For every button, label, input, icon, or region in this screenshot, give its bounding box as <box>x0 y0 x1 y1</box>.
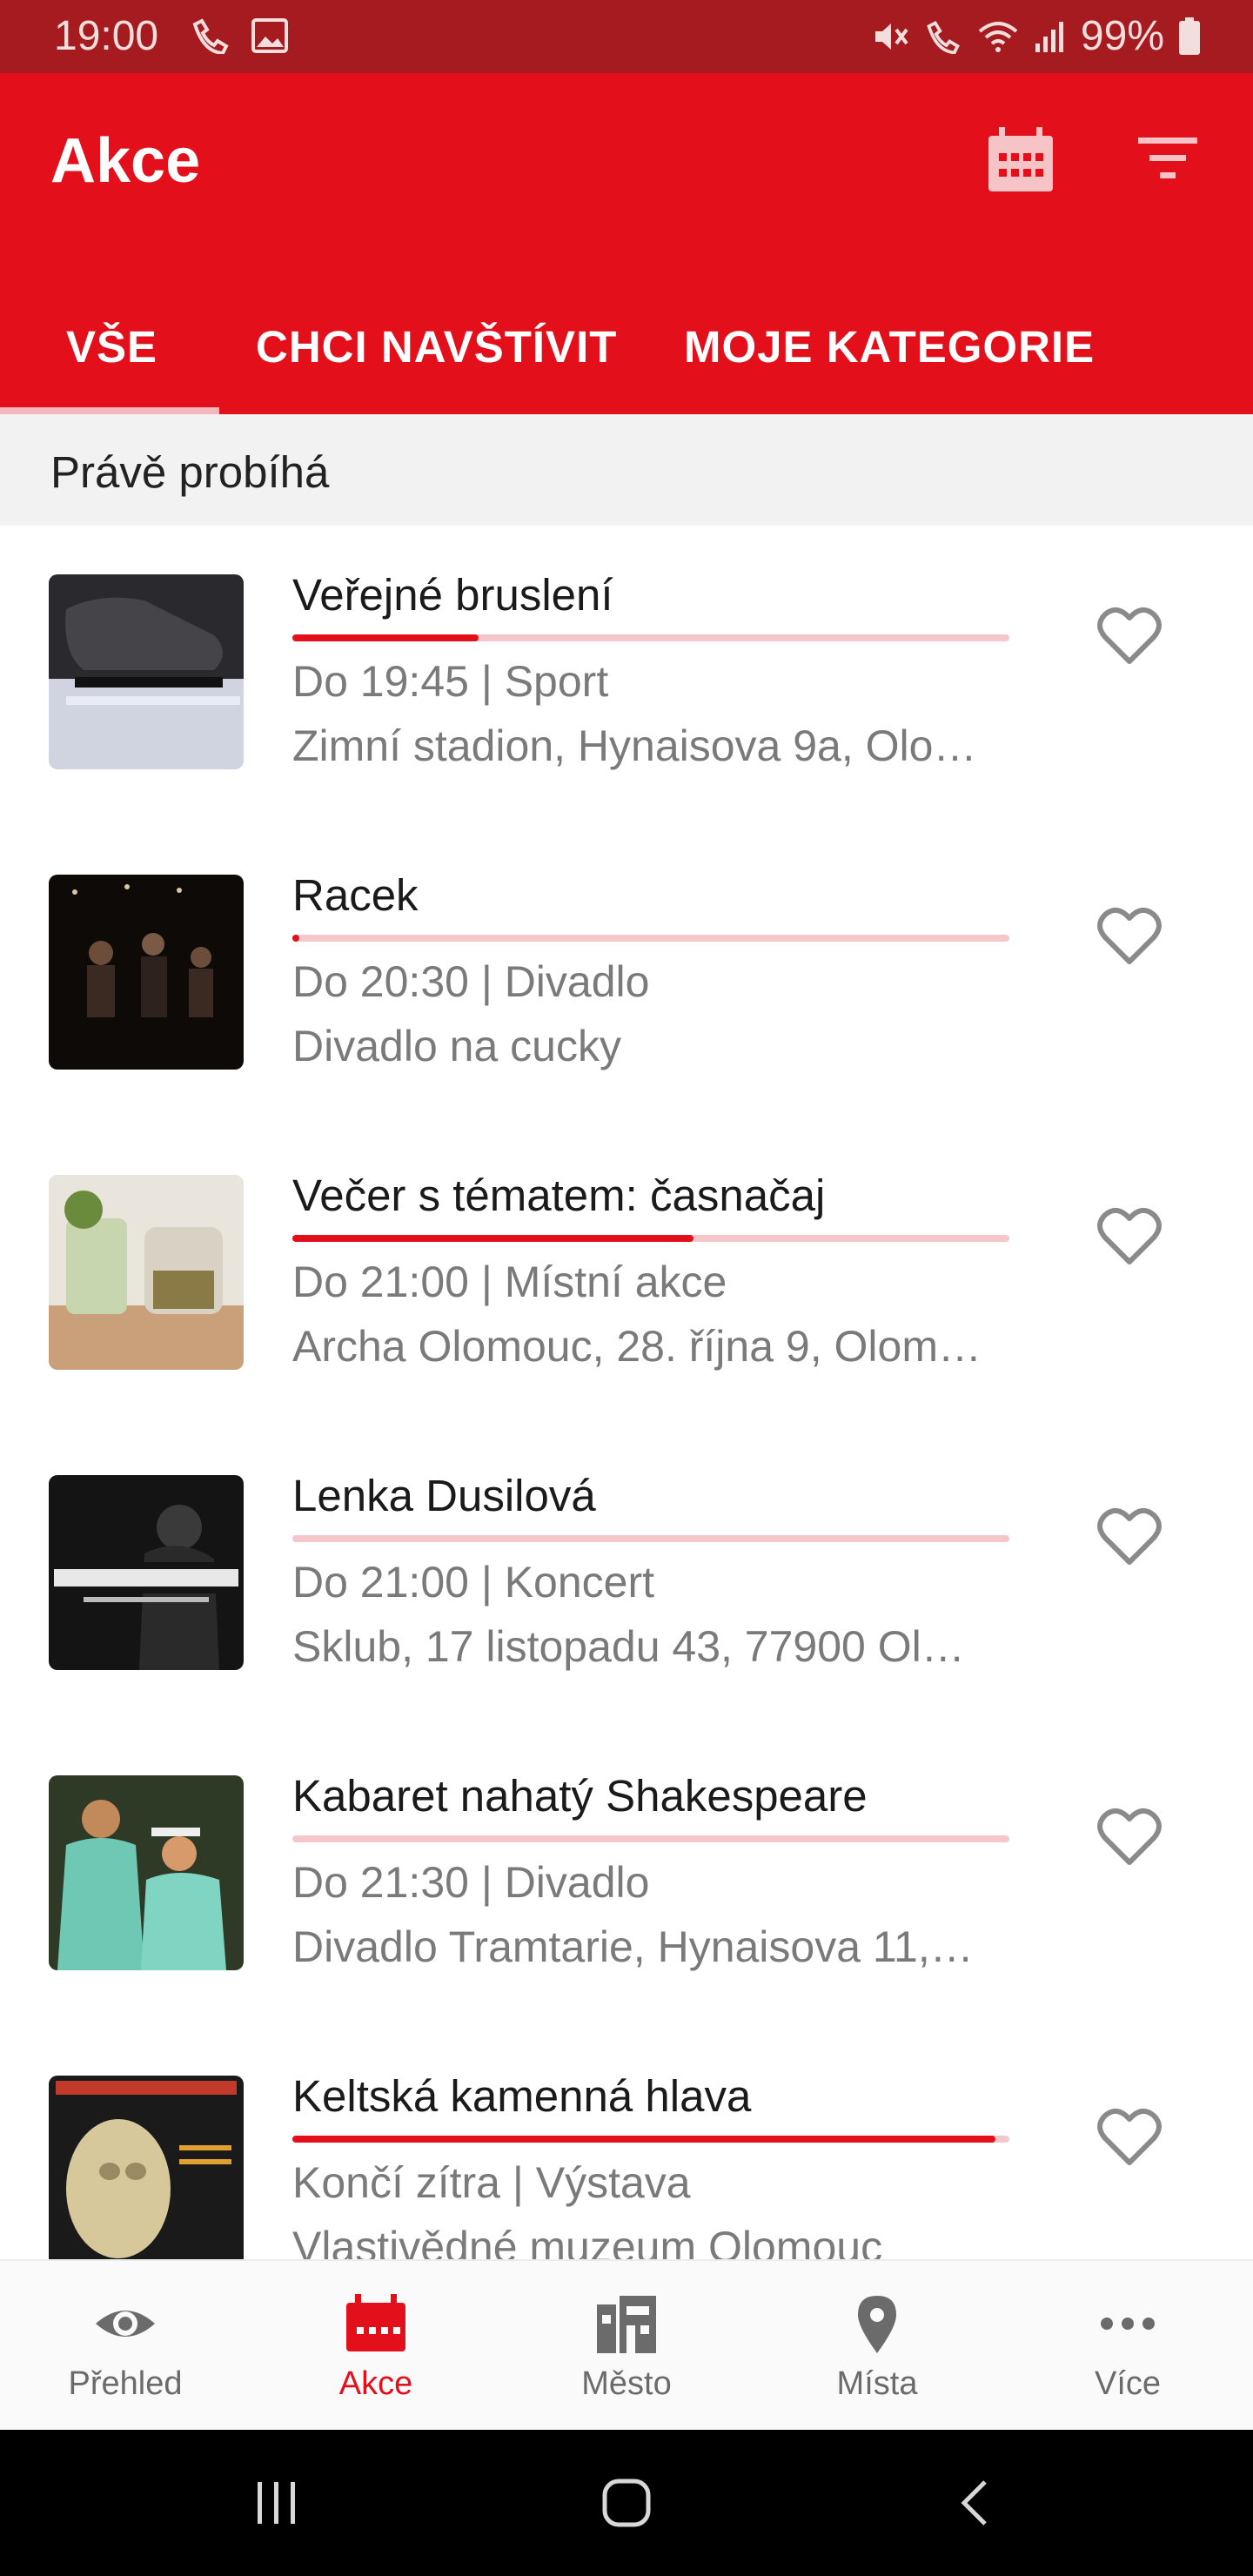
event-meta: Do 21:00 | Místní akce <box>292 1258 727 1306</box>
event-meta: Do 21:30 | Divadlo <box>292 1858 650 1907</box>
event-title: Keltská kamenná hlava <box>292 2071 752 2121</box>
section-title: Právě probíhá <box>50 447 330 497</box>
list-item[interactable]: Veřejné bruslení Do 19:45 | Sport Zimní … <box>0 526 1253 826</box>
nav-label: Přehled <box>68 2365 183 2402</box>
heart-icon[interactable] <box>1096 2107 1163 2168</box>
more-icon <box>1101 2318 1155 2330</box>
tab-want-to-visit[interactable]: CHCI NAVŠTÍVIT <box>256 291 617 414</box>
event-image <box>49 1175 244 1370</box>
event-place: Vlastivědné muzeum Olomouc <box>292 2223 883 2259</box>
event-progress <box>292 634 1009 641</box>
tab-all[interactable]: VŠE <box>66 291 157 414</box>
wifi-icon <box>978 21 1018 52</box>
nav-label: Město <box>581 2365 672 2402</box>
heart-icon[interactable] <box>1096 1206 1163 1267</box>
event-progress-fill <box>292 2136 995 2143</box>
event-place: Divadlo Tramtarie, Hynaisova 11,… <box>292 1922 974 1971</box>
wifi-call-icon <box>927 20 960 54</box>
status-bar: 19:00 99% <box>0 0 1253 73</box>
event-image <box>49 875 244 1070</box>
tab-indicator <box>0 407 219 414</box>
calendar-icon[interactable] <box>987 127 1055 193</box>
nav-label: Akce <box>338 2365 413 2402</box>
event-progress <box>292 1835 1009 1842</box>
event-list[interactable]: Veřejné bruslení Do 19:45 | Sport Zimní … <box>0 526 1253 2259</box>
event-title: Kabaret nahatý Shakespeare <box>292 1771 868 1821</box>
event-meta: Do 20:30 | Divadlo <box>292 957 650 1006</box>
list-item[interactable]: Keltská kamenná hlava Končí zítra | Výst… <box>0 2027 1253 2259</box>
calendar-icon <box>346 2294 405 2351</box>
event-progress <box>292 2136 1009 2143</box>
mute-icon <box>874 23 908 50</box>
event-meta: Končí zítra | Výstava <box>292 2158 691 2207</box>
status-time: 19:00 <box>54 13 159 59</box>
signal-icon <box>1035 21 1063 52</box>
back-icon[interactable] <box>957 2477 992 2529</box>
event-progress-fill <box>292 1235 694 1242</box>
section-header: Právě probíhá <box>0 414 1253 526</box>
event-meta: Do 19:45 | Sport <box>292 657 609 706</box>
event-place: Zimní stadion, Hynaisova 9a, Olo… <box>292 721 977 770</box>
event-image <box>49 1475 244 1670</box>
recent-apps-icon[interactable] <box>252 2479 301 2527</box>
event-progress-fill <box>292 935 300 942</box>
battery-percent: 99% <box>1080 13 1164 59</box>
event-progress <box>292 935 1009 942</box>
location-pin-icon <box>858 2296 896 2353</box>
bottom-navigation: Přehled Akce Město Místa Více <box>0 2259 1253 2432</box>
battery-icon <box>1179 17 1200 55</box>
system-navigation-bar <box>0 2430 1253 2576</box>
nav-item-events[interactable]: Akce <box>251 2261 501 2432</box>
nav-item-city[interactable]: Město <box>501 2261 752 2432</box>
nav-item-overview[interactable]: Přehled <box>0 2261 251 2432</box>
event-title: Veřejné bruslení <box>292 570 613 620</box>
eye-icon <box>96 2311 155 2337</box>
image-icon <box>251 18 288 53</box>
list-item[interactable]: Lenka Dusilová Do 21:00 | Koncert Sklub,… <box>0 1426 1253 1727</box>
event-progress <box>292 1235 1009 1242</box>
app-bar: Akce VŠE CHCI NAVŠTÍVIT MOJE KATEGORIE <box>0 73 1253 414</box>
list-item[interactable]: Racek Do 20:30 | Divadlo Divadlo na cuck… <box>0 826 1253 1126</box>
event-place: Divadlo na cucky <box>292 1022 621 1070</box>
tab-bar: VŠE CHCI NAVŠTÍVIT MOJE KATEGORIE <box>0 291 1253 414</box>
event-image <box>49 2076 244 2259</box>
filter-icon[interactable] <box>1135 132 1201 184</box>
event-title: Racek <box>292 870 419 920</box>
nav-label: Více <box>1094 2365 1162 2402</box>
list-item[interactable]: Večer s tématem: časnačaj Do 21:00 | Mís… <box>0 1126 1253 1426</box>
event-meta: Do 21:00 | Koncert <box>292 1558 655 1607</box>
nav-item-places[interactable]: Místa <box>752 2261 1002 2432</box>
tab-my-categories[interactable]: MOJE KATEGORIE <box>684 291 1095 414</box>
wifi-call-icon <box>192 18 229 54</box>
home-icon[interactable] <box>600 2477 653 2529</box>
city-icon <box>597 2296 656 2353</box>
nav-label: Místa <box>836 2365 918 2402</box>
event-progress <box>292 1535 1009 1542</box>
heart-icon[interactable] <box>1096 1807 1163 1868</box>
heart-icon[interactable] <box>1096 606 1163 667</box>
list-item[interactable]: Kabaret nahatý Shakespeare Do 21:30 | Di… <box>0 1727 1253 2027</box>
heart-icon[interactable] <box>1096 906 1163 967</box>
event-place: Archa Olomouc, 28. října 9, Olom… <box>292 1322 982 1371</box>
event-image <box>49 574 244 769</box>
nav-item-more[interactable]: Více <box>1002 2261 1253 2432</box>
event-place: Sklub, 17 listopadu 43, 77900 Ol… <box>292 1622 965 1671</box>
event-image <box>49 1775 244 1970</box>
event-title: Večer s tématem: časnačaj <box>292 1171 826 1220</box>
page-title: Akce <box>50 126 201 196</box>
event-progress-fill <box>292 634 479 641</box>
heart-icon[interactable] <box>1096 1506 1163 1567</box>
event-title: Lenka Dusilová <box>292 1471 596 1520</box>
